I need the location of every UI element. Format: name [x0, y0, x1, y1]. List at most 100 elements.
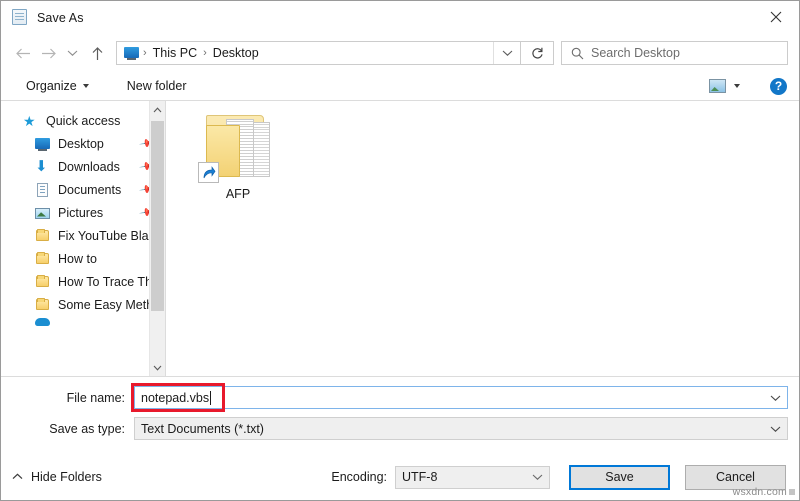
downloads-icon: ⬇ — [35, 157, 48, 175]
arrow-up-icon — [92, 46, 102, 60]
hide-folders-button[interactable]: Hide Folders — [12, 470, 102, 484]
encoding-value: UTF-8 — [402, 470, 438, 484]
filename-dropdown-button[interactable] — [763, 387, 787, 408]
sidebar-item-fix-youtube[interactable]: Fix YouTube Blac — [1, 224, 149, 247]
command-bar-right: ? — [709, 76, 787, 96]
new-folder-label: New folder — [126, 79, 187, 93]
close-button[interactable] — [753, 1, 799, 33]
organize-label: Organize — [26, 79, 77, 93]
sidebar-item-how-to[interactable]: How to — [1, 247, 149, 270]
address-dropdown-button[interactable] — [493, 42, 520, 64]
chevron-down-icon — [153, 365, 162, 371]
this-pc-icon — [124, 46, 140, 60]
sidebar-item-how-to-trace[interactable]: How To Trace Th — [1, 270, 149, 293]
desktop-icon — [35, 136, 51, 152]
cloud-icon — [35, 316, 51, 326]
chevron-down-icon — [67, 50, 77, 56]
file-item-label: AFP — [225, 187, 251, 201]
recent-locations-button[interactable] — [62, 40, 82, 66]
dialog-footer: Hide Folders Encoding: UTF-8 Save Cancel… — [1, 454, 799, 500]
pin-icon: 📌 — [138, 204, 149, 222]
sidebar-item-some-easy-meth[interactable]: Some Easy Meth — [1, 293, 149, 316]
text-cursor — [210, 390, 212, 405]
sidebar-item-pictures[interactable]: Pictures 📌 — [1, 201, 149, 224]
file-list-pane[interactable]: AFP — [166, 101, 799, 376]
folder-icon — [35, 297, 51, 313]
savetype-dropdown-button[interactable] — [763, 418, 787, 439]
search-box[interactable]: Search Desktop — [561, 41, 788, 65]
breadcrumb-item-this-pc[interactable]: This PC — [148, 46, 202, 60]
encoding-dropdown-button[interactable] — [525, 467, 549, 488]
folder-icon — [35, 228, 51, 244]
watermark-square — [789, 489, 795, 495]
star-icon: ★ — [23, 112, 36, 129]
search-icon — [566, 47, 588, 60]
pin-icon: 📌 — [138, 181, 149, 199]
watermark-text: wsxdn.com — [732, 486, 787, 498]
sidebar-item-partial[interactable] — [1, 316, 149, 326]
arrow-left-icon — [16, 48, 30, 58]
chevron-up-icon — [12, 471, 23, 483]
scroll-down-arrow[interactable] — [150, 359, 165, 376]
file-item-afp[interactable]: AFP — [190, 109, 286, 201]
organize-button[interactable]: Organize — [18, 76, 97, 96]
command-bar: Organize New folder ? — [1, 72, 799, 101]
window-title: Save As — [37, 10, 84, 25]
sidebar-item-quick-access[interactable]: ★ Quick access — [1, 109, 149, 132]
help-icon[interactable]: ? — [770, 77, 787, 95]
sidebar-item-downloads[interactable]: ⬇ Downloads 📌 — [1, 155, 149, 178]
dialog-body: ★ Quick access Desktop 📌 ⬇ Downloads 📌 D… — [1, 101, 799, 376]
pin-icon: 📌 — [138, 135, 149, 153]
savetype-select[interactable]: Text Documents (*.txt) — [134, 417, 788, 440]
chevron-up-icon — [153, 106, 162, 112]
title-bar: Save As — [1, 1, 799, 34]
chevron-down-icon — [734, 84, 740, 88]
filename-row: File name: notepad.vbs — [12, 383, 788, 412]
search-input[interactable]: Search Desktop — [591, 46, 680, 60]
address-bar[interactable]: › This PC › Desktop — [116, 41, 521, 65]
folder-shortcut-icon — [198, 109, 278, 183]
sidebar-item-documents[interactable]: Documents 📌 — [1, 178, 149, 201]
chevron-down-icon — [532, 474, 542, 480]
folder-icon — [35, 274, 51, 290]
sidebar-item-label: Quick access — [46, 113, 121, 128]
breadcrumb-item-desktop[interactable]: Desktop — [208, 46, 264, 60]
navigation-scrollbar[interactable] — [149, 101, 165, 376]
sidebar-item-label: Documents — [58, 182, 122, 197]
navigation-list: ★ Quick access Desktop 📌 ⬇ Downloads 📌 D… — [1, 101, 149, 376]
chevron-down-icon — [770, 426, 780, 432]
encoding-label: Encoding: — [331, 470, 387, 484]
filename-input[interactable]: notepad.vbs — [131, 383, 788, 412]
view-dropdown-button[interactable] — [726, 76, 748, 96]
savetype-row: Save as type: Text Documents (*.txt) — [12, 417, 788, 440]
scrollbar-thumb[interactable] — [151, 121, 164, 311]
arrow-right-icon — [42, 48, 56, 58]
pictures-icon — [35, 205, 51, 221]
sidebar-item-label: Desktop — [58, 136, 104, 151]
view-layout-icon[interactable] — [709, 79, 726, 93]
sidebar-item-label: How to — [58, 251, 97, 266]
savetype-label: Save as type: — [49, 421, 125, 436]
hide-folders-label: Hide Folders — [31, 470, 102, 484]
new-folder-button[interactable]: New folder — [119, 76, 195, 96]
filename-value: notepad.vbs — [141, 390, 210, 405]
forward-button[interactable] — [36, 40, 62, 66]
navigation-bar: › This PC › Desktop Search Desktop — [1, 34, 799, 72]
form-area: File name: notepad.vbs Save as type: Tex… — [1, 376, 799, 454]
save-button[interactable]: Save — [569, 464, 670, 490]
shortcut-overlay-icon — [198, 162, 219, 183]
sidebar-item-label: How To Trace Th — [58, 274, 149, 289]
scroll-up-arrow[interactable] — [150, 101, 165, 118]
save-as-dialog: Save As › This PC › Desktop Search Deskt… — [0, 0, 800, 501]
encoding-select[interactable]: UTF-8 — [395, 465, 550, 489]
up-button[interactable] — [82, 40, 112, 66]
sidebar-item-label: Some Easy Meth — [58, 297, 149, 312]
documents-icon — [35, 182, 51, 198]
refresh-button[interactable] — [521, 41, 554, 65]
close-icon — [770, 11, 782, 23]
folder-icon — [35, 251, 51, 267]
sidebar-item-label: Downloads — [58, 159, 120, 174]
sidebar-item-desktop[interactable]: Desktop 📌 — [1, 132, 149, 155]
chevron-down-icon — [770, 395, 780, 401]
back-button[interactable] — [10, 40, 36, 66]
